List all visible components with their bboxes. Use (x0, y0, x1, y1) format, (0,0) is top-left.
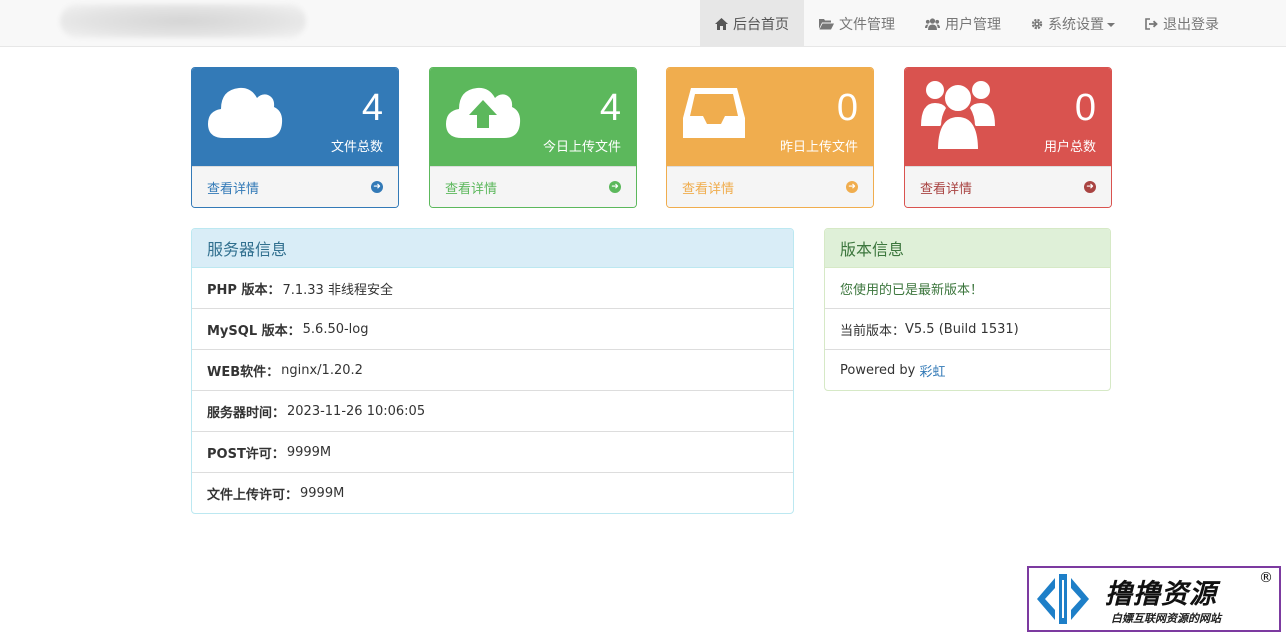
row-label: 服务器时间： (207, 405, 286, 421)
stat-count: 4 (599, 87, 621, 129)
watermark-text: 撸撸资源 ® 白嫖互联网资源的网站 (1097, 568, 1279, 630)
nav-item-settings-label: 系统设置 (1048, 16, 1104, 33)
stat-panel-heading: 0 昨日上传文件 (667, 68, 873, 166)
view-details-label: 查看详情 (445, 181, 498, 197)
inbox-icon (683, 88, 745, 138)
arrow-circle-right-icon: ➜ (846, 181, 858, 193)
watermark-subtitle: 白嫖互联网资源的网站 (1111, 612, 1221, 625)
nav-item-logout-label: 退出登录 (1163, 16, 1219, 33)
list-item: 服务器时间： 2023-11-26 10:06:05 (192, 391, 793, 432)
stat-panel-heading: 4 文件总数 (192, 68, 398, 166)
row-label: PHP 版本： (207, 282, 281, 298)
stat-label: 用户总数 (1043, 140, 1096, 155)
nav-item-files[interactable]: 文件管理 (804, 0, 910, 47)
list-item: 文件上传许可： 9999M (192, 473, 793, 513)
powered-by-row: Powered by 彩虹 (825, 350, 1110, 390)
version-info-panel: 版本信息 您使用的已是最新版本！ 当前版本： V5.5 (Build 1531)… (824, 228, 1111, 391)
stat-panel-heading: 0 用户总数 (905, 68, 1111, 166)
registered-mark: ® (1259, 570, 1273, 586)
view-details-label: 查看详情 (207, 181, 260, 197)
nav-item-logout[interactable]: 退出登录 (1130, 0, 1234, 47)
cloud-icon (208, 87, 283, 138)
site-watermark: 撸撸资源 ® 白嫖互联网资源的网站 (1027, 566, 1281, 632)
stat-panel-heading: 4 今日上传文件 (430, 68, 636, 166)
current-version-value: V5.5 (Build 1531) (905, 321, 1019, 337)
row-label: 文件上传许可： (207, 488, 299, 503)
nav-item-users[interactable]: 用户管理 (910, 0, 1016, 47)
view-details-label: 查看详情 (682, 181, 735, 197)
stat-label: 今日上传文件 (542, 140, 621, 155)
list-item: WEB软件： nginx/1.20.2 (192, 350, 793, 391)
nav-item-users-label: 用户管理 (945, 16, 1001, 33)
list-item: PHP 版本： 7.1.33 非线程安全 (192, 268, 793, 309)
stat-count: 0 (1074, 87, 1096, 129)
current-version-row: 当前版本： V5.5 (Build 1531) (825, 309, 1110, 350)
main-nav: 后台首页 文件管理 用户管理 系统设置 退出登录 (700, 0, 1234, 47)
nav-item-settings[interactable]: 系统设置 (1016, 0, 1130, 47)
view-details-label: 查看详情 (920, 181, 973, 197)
caret-down-icon (1107, 22, 1115, 27)
current-version-label: 当前版本： (840, 323, 906, 339)
stat-panel-yesterday-uploads: 0 昨日上传文件 查看详情 ➜ (666, 67, 874, 208)
nav-item-files-label: 文件管理 (839, 16, 895, 33)
stat-panel-total-files: 4 文件总数 查看详情 ➜ (191, 67, 399, 208)
row-value: 2023-11-26 10:06:05 (287, 403, 426, 419)
panel-title: 版本信息 (825, 229, 1110, 268)
stat-label: 昨日上传文件 (779, 140, 858, 155)
powered-by-link[interactable]: 彩虹 (919, 361, 945, 380)
view-details-link[interactable]: 查看详情 ➜ (192, 166, 398, 207)
nav-item-home-label: 后台首页 (733, 16, 789, 33)
latest-version-message: 您使用的已是最新版本！ (825, 268, 1110, 309)
cloud-upload-icon (446, 87, 521, 138)
arrow-circle-right-icon: ➜ (371, 181, 383, 193)
list-item: MySQL 版本： 5.6.50-log (192, 309, 793, 350)
row-label: WEB软件： (207, 364, 280, 380)
brand-logo-blurred[interactable] (60, 4, 306, 38)
folder-open-icon (819, 18, 834, 29)
row-value: nginx/1.20.2 (281, 362, 363, 378)
home-icon (715, 17, 728, 30)
stat-count: 4 (361, 87, 383, 129)
row-value: 9999M (286, 444, 332, 460)
stat-panel-today-uploads: 4 今日上传文件 查看详情 ➜ (429, 67, 637, 208)
watermark-title: 撸撸资源 (1105, 579, 1217, 610)
row-value: 7.1.33 非线程安全 (282, 282, 393, 298)
stat-count: 0 (836, 87, 858, 129)
row-value: 5.6.50-log (302, 321, 369, 337)
view-details-link[interactable]: 查看详情 ➜ (667, 166, 873, 207)
gear-icon (1031, 18, 1043, 29)
stat-label: 文件总数 (330, 140, 383, 155)
server-info-panel: 服务器信息 PHP 版本： 7.1.33 非线程安全 MySQL 版本： 5.6.5… (191, 228, 794, 514)
stat-panel-total-users: 0 用户总数 查看详情 ➜ (904, 67, 1112, 208)
view-details-link[interactable]: 查看详情 ➜ (905, 166, 1111, 207)
row-label: POST许可： (207, 446, 285, 462)
users-icon (921, 81, 995, 150)
arrow-circle-right-icon: ➜ (1084, 181, 1096, 193)
watermark-logo-icon (1029, 568, 1097, 630)
list-item: POST许可： 9999M (192, 432, 793, 473)
view-details-link[interactable]: 查看详情 ➜ (430, 166, 636, 207)
row-label: MySQL 版本： (207, 323, 301, 339)
arrow-circle-right-icon: ➜ (609, 181, 621, 193)
panel-title: 服务器信息 (192, 229, 793, 268)
row-value: 9999M (300, 486, 345, 501)
top-navbar: 后台首页 文件管理 用户管理 系统设置 退出登录 (0, 0, 1286, 47)
powered-by-text: Powered by (840, 363, 920, 378)
sign-out-icon (1145, 17, 1158, 30)
nav-item-home[interactable]: 后台首页 (700, 0, 804, 47)
users-icon (925, 17, 940, 30)
